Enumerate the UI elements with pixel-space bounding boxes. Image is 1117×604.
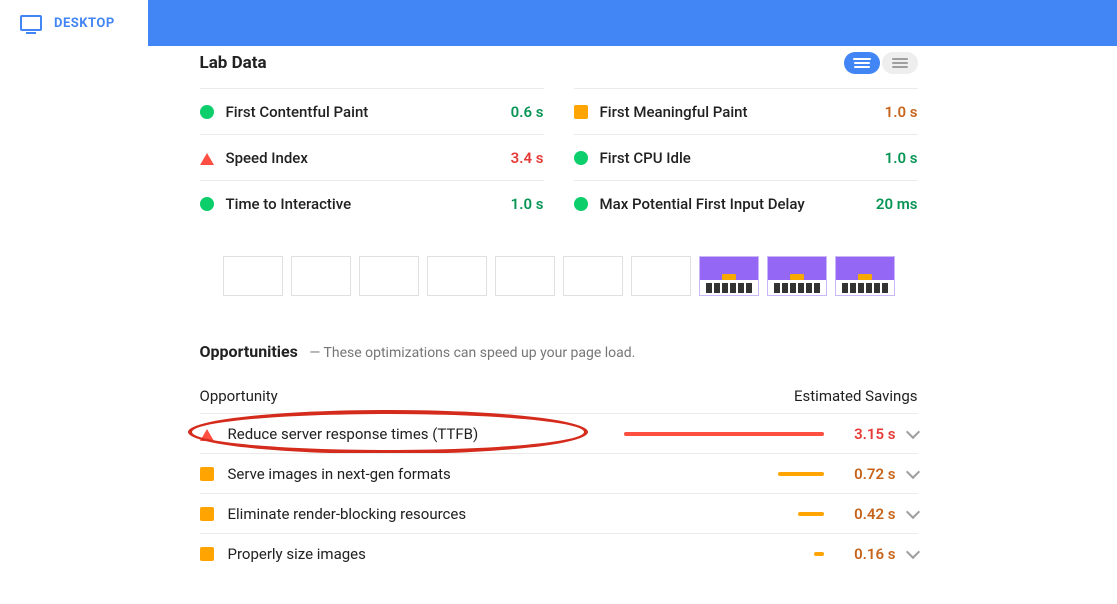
metric-row: First Meaningful Paint1.0 s: [574, 88, 918, 134]
topbar: DESKTOP: [0, 0, 1117, 46]
filmstrip-frame: [291, 256, 351, 296]
opportunity-name: Eliminate render-blocking resources: [228, 505, 624, 523]
opportunity-value: 0.42 s: [836, 505, 896, 523]
opportunity-name: Serve images in next-gen formats: [228, 465, 624, 483]
metric-name: Speed Index: [226, 149, 511, 167]
opportunity-value: 0.16 s: [836, 545, 896, 563]
filmstrip-frame: [359, 256, 419, 296]
filmstrip-frame: [767, 256, 827, 296]
circle-pass-icon: [200, 197, 214, 211]
desktop-icon: [20, 15, 42, 31]
opportunities-columns: Opportunity Estimated Savings: [200, 387, 918, 413]
savings-bar-area: [624, 432, 824, 436]
opportunities-header: Opportunities — These optimizations can …: [200, 342, 918, 361]
metric-row: First CPU Idle1.0 s: [574, 134, 918, 180]
savings-bar-area: [624, 512, 824, 516]
circle-pass-icon: [574, 151, 588, 165]
metric-name: Time to Interactive: [226, 195, 511, 213]
filmstrip-frame: [427, 256, 487, 296]
metric-name: Max Potential First Input Delay: [600, 195, 876, 213]
circle-pass-icon: [574, 197, 588, 211]
chevron-down-icon: [905, 504, 919, 518]
triangle-fail-icon: [200, 427, 214, 441]
opportunities-subtitle: — These optimizations can speed up your …: [309, 345, 635, 361]
square-average-icon: [200, 547, 214, 561]
tab-desktop-label: DESKTOP: [54, 16, 115, 31]
savings-bar: [778, 472, 824, 476]
savings-bar: [624, 432, 824, 436]
filmstrip-frame: [495, 256, 555, 296]
view-compact-button[interactable]: [882, 52, 918, 74]
metric-value: 1.0 s: [511, 195, 544, 213]
metric-row: Max Potential First Input Delay20 ms: [574, 180, 918, 226]
opportunity-row[interactable]: Eliminate render-blocking resources 0.42 …: [200, 493, 918, 533]
opportunity-name: Reduce server response times (TTFB): [228, 425, 624, 443]
opportunity-name: Properly size images: [228, 545, 624, 563]
savings-bar-area: [624, 472, 824, 476]
chevron-down-icon: [905, 464, 919, 478]
metric-name: First Contentful Paint: [226, 103, 511, 121]
metric-value: 1.0 s: [885, 103, 918, 121]
metric-row: Time to Interactive1.0 s: [200, 180, 544, 226]
opportunity-row[interactable]: Properly size images 0.16 s: [200, 533, 918, 573]
metric-value: 20 ms: [876, 195, 918, 213]
savings-bar-area: [624, 552, 824, 556]
opportunity-value: 3.15 s: [836, 425, 896, 443]
savings-bar: [814, 552, 824, 556]
main-content: Lab Data First Contentful Paint0.6 sFirs…: [200, 46, 918, 573]
col-savings: Estimated Savings: [794, 387, 918, 405]
labdata-header: Lab Data: [200, 46, 918, 88]
opportunity-row[interactable]: Serve images in next-gen formats 0.72 s: [200, 453, 918, 493]
metric-value: 3.4 s: [511, 149, 544, 167]
tab-desktop[interactable]: DESKTOP: [0, 0, 148, 46]
square-average-icon: [574, 105, 588, 119]
square-average-icon: [200, 507, 214, 521]
metric-row: Speed Index3.4 s: [200, 134, 544, 180]
opportunities-table: Opportunity Estimated Savings Reduce ser…: [200, 387, 918, 573]
metric-name: First CPU Idle: [600, 149, 885, 167]
col-opportunity: Opportunity: [200, 387, 278, 405]
savings-bar: [798, 512, 824, 516]
metric-value: 1.0 s: [885, 149, 918, 167]
triangle-fail-icon: [200, 151, 214, 165]
filmstrip-frame: [631, 256, 691, 296]
view-toggle: [844, 52, 918, 74]
opportunity-value: 0.72 s: [836, 465, 896, 483]
filmstrip-frame: [699, 256, 759, 296]
opportunities-title: Opportunities: [200, 342, 298, 361]
metric-value: 0.6 s: [511, 103, 544, 121]
filmstrip-frame: [563, 256, 623, 296]
filmstrip-frame: [223, 256, 283, 296]
chevron-down-icon: [905, 424, 919, 438]
filmstrip-frame: [835, 256, 895, 296]
metric-name: First Meaningful Paint: [600, 103, 885, 121]
chevron-down-icon: [905, 544, 919, 558]
labdata-metrics: First Contentful Paint0.6 s First Meaning…: [200, 88, 918, 226]
filmstrip: [200, 256, 918, 296]
metric-row: First Contentful Paint0.6 s: [200, 88, 544, 134]
circle-pass-icon: [200, 105, 214, 119]
opportunity-row[interactable]: Reduce server response times (TTFB) 3.15 …: [200, 413, 918, 453]
view-expanded-button[interactable]: [844, 52, 880, 74]
labdata-title: Lab Data: [200, 53, 267, 73]
square-average-icon: [200, 467, 214, 481]
